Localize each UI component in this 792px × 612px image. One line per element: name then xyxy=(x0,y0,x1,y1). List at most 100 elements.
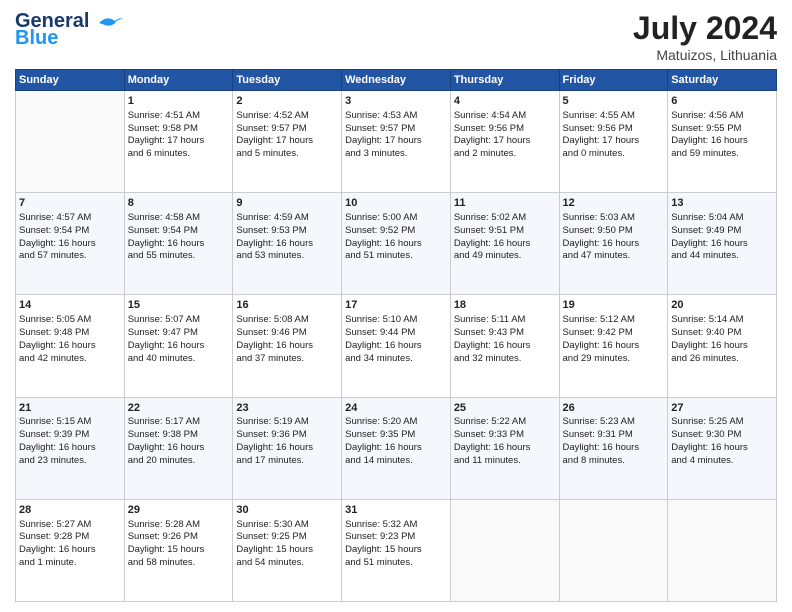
cell-content-line: and 2 minutes. xyxy=(454,148,556,161)
cell-content-line: Sunset: 9:56 PM xyxy=(454,123,556,136)
cell-content-line: Daylight: 16 hours xyxy=(128,442,230,455)
cell-content-line: Sunrise: 5:22 AM xyxy=(454,416,556,429)
cell-content-line: Sunrise: 5:30 AM xyxy=(236,519,338,532)
cell-content-line: Sunset: 9:38 PM xyxy=(128,429,230,442)
day-number: 3 xyxy=(345,94,447,109)
cell-content-line: Sunrise: 4:58 AM xyxy=(128,212,230,225)
cell-content-line: and 59 minutes. xyxy=(671,148,773,161)
cell-content-line: Sunrise: 4:53 AM xyxy=(345,110,447,123)
day-number: 11 xyxy=(454,196,556,211)
cell-content-line: and 40 minutes. xyxy=(128,353,230,366)
cell-content-line: and 47 minutes. xyxy=(563,250,665,263)
cell-content-line: Sunrise: 5:03 AM xyxy=(563,212,665,225)
cell-content-line: Sunrise: 5:28 AM xyxy=(128,519,230,532)
cell-content-line: Daylight: 16 hours xyxy=(19,442,121,455)
cell-content-line: Sunset: 9:54 PM xyxy=(128,225,230,238)
cell-content-line: Daylight: 16 hours xyxy=(345,442,447,455)
cell-5-4: 31Sunrise: 5:32 AMSunset: 9:23 PMDayligh… xyxy=(342,499,451,601)
day-number: 25 xyxy=(454,401,556,416)
header-row: SundayMondayTuesdayWednesdayThursdayFrid… xyxy=(16,70,777,91)
location-subtitle: Matuizos, Lithuania xyxy=(633,47,777,63)
day-number: 13 xyxy=(671,196,773,211)
cell-3-3: 16Sunrise: 5:08 AMSunset: 9:46 PMDayligh… xyxy=(233,295,342,397)
cell-2-1: 7Sunrise: 4:57 AMSunset: 9:54 PMDaylight… xyxy=(16,193,125,295)
logo-blue: Blue xyxy=(15,27,58,50)
cell-content-line: Sunrise: 5:25 AM xyxy=(671,416,773,429)
col-header-saturday: Saturday xyxy=(668,70,777,91)
cell-1-4: 3Sunrise: 4:53 AMSunset: 9:57 PMDaylight… xyxy=(342,91,451,193)
cell-content-line: Daylight: 17 hours xyxy=(345,135,447,148)
cell-content-line: and 58 minutes. xyxy=(128,557,230,570)
day-number: 23 xyxy=(236,401,338,416)
cell-content-line: Sunset: 9:48 PM xyxy=(19,327,121,340)
day-number: 7 xyxy=(19,196,121,211)
cell-content-line: Daylight: 16 hours xyxy=(19,340,121,353)
cell-content-line: and 1 minute. xyxy=(19,557,121,570)
cell-content-line: and 51 minutes. xyxy=(345,250,447,263)
cell-2-7: 13Sunrise: 5:04 AMSunset: 9:49 PMDayligh… xyxy=(668,193,777,295)
cell-2-2: 8Sunrise: 4:58 AMSunset: 9:54 PMDaylight… xyxy=(124,193,233,295)
cell-content-line: Sunrise: 5:08 AM xyxy=(236,314,338,327)
calendar-table: SundayMondayTuesdayWednesdayThursdayFrid… xyxy=(15,69,777,602)
day-number: 26 xyxy=(563,401,665,416)
cell-1-6: 5Sunrise: 4:55 AMSunset: 9:56 PMDaylight… xyxy=(559,91,668,193)
cell-content-line: Daylight: 16 hours xyxy=(563,340,665,353)
cell-2-3: 9Sunrise: 4:59 AMSunset: 9:53 PMDaylight… xyxy=(233,193,342,295)
cell-content-line: Daylight: 16 hours xyxy=(236,340,338,353)
cell-content-line: Sunset: 9:28 PM xyxy=(19,531,121,544)
day-number: 14 xyxy=(19,298,121,313)
cell-content-line: and 5 minutes. xyxy=(236,148,338,161)
day-number: 18 xyxy=(454,298,556,313)
cell-content-line: Sunrise: 4:55 AM xyxy=(563,110,665,123)
cell-content-line: and 3 minutes. xyxy=(345,148,447,161)
col-header-monday: Monday xyxy=(124,70,233,91)
cell-content-line: Daylight: 16 hours xyxy=(345,238,447,251)
cell-3-4: 17Sunrise: 5:10 AMSunset: 9:44 PMDayligh… xyxy=(342,295,451,397)
cell-content-line: Daylight: 16 hours xyxy=(345,340,447,353)
cell-content-line: Sunset: 9:58 PM xyxy=(128,123,230,136)
cell-1-5: 4Sunrise: 4:54 AMSunset: 9:56 PMDaylight… xyxy=(450,91,559,193)
cell-content-line: Sunrise: 5:07 AM xyxy=(128,314,230,327)
cell-2-5: 11Sunrise: 5:02 AMSunset: 9:51 PMDayligh… xyxy=(450,193,559,295)
cell-content-line: Daylight: 16 hours xyxy=(563,238,665,251)
cell-content-line: Sunset: 9:36 PM xyxy=(236,429,338,442)
cell-content-line: Daylight: 16 hours xyxy=(128,238,230,251)
day-number: 31 xyxy=(345,503,447,518)
cell-content-line: Daylight: 15 hours xyxy=(128,544,230,557)
cell-content-line: Sunrise: 4:59 AM xyxy=(236,212,338,225)
day-number: 22 xyxy=(128,401,230,416)
cell-content-line: Daylight: 16 hours xyxy=(236,238,338,251)
cell-content-line: and 11 minutes. xyxy=(454,455,556,468)
cell-content-line: Sunrise: 4:54 AM xyxy=(454,110,556,123)
page: General Blue July 2024 Matuizos, Lithuan… xyxy=(0,0,792,612)
cell-content-line: Daylight: 16 hours xyxy=(19,544,121,557)
cell-4-3: 23Sunrise: 5:19 AMSunset: 9:36 PMDayligh… xyxy=(233,397,342,499)
cell-content-line: Sunrise: 5:20 AM xyxy=(345,416,447,429)
day-number: 12 xyxy=(563,196,665,211)
day-number: 21 xyxy=(19,401,121,416)
cell-5-5 xyxy=(450,499,559,601)
cell-content-line: and 0 minutes. xyxy=(563,148,665,161)
cell-content-line: Daylight: 16 hours xyxy=(671,340,773,353)
cell-content-line: and 54 minutes. xyxy=(236,557,338,570)
cell-content-line: Daylight: 16 hours xyxy=(671,442,773,455)
cell-content-line: Sunset: 9:26 PM xyxy=(128,531,230,544)
cell-content-line: Daylight: 16 hours xyxy=(454,442,556,455)
logo-bird-icon xyxy=(97,13,125,31)
cell-content-line: Sunrise: 4:51 AM xyxy=(128,110,230,123)
cell-content-line: Sunset: 9:54 PM xyxy=(19,225,121,238)
header: General Blue July 2024 Matuizos, Lithuan… xyxy=(15,10,777,63)
cell-content-line: and 8 minutes. xyxy=(563,455,665,468)
day-number: 10 xyxy=(345,196,447,211)
cell-content-line: and 26 minutes. xyxy=(671,353,773,366)
cell-content-line: Daylight: 17 hours xyxy=(236,135,338,148)
title-section: July 2024 Matuizos, Lithuania xyxy=(633,10,777,63)
cell-content-line: Sunset: 9:25 PM xyxy=(236,531,338,544)
cell-content-line: Sunset: 9:30 PM xyxy=(671,429,773,442)
cell-content-line: Sunrise: 5:17 AM xyxy=(128,416,230,429)
cell-4-2: 22Sunrise: 5:17 AMSunset: 9:38 PMDayligh… xyxy=(124,397,233,499)
cell-content-line: and 37 minutes. xyxy=(236,353,338,366)
cell-content-line: Sunset: 9:51 PM xyxy=(454,225,556,238)
cell-1-3: 2Sunrise: 4:52 AMSunset: 9:57 PMDaylight… xyxy=(233,91,342,193)
cell-content-line: Daylight: 15 hours xyxy=(345,544,447,557)
